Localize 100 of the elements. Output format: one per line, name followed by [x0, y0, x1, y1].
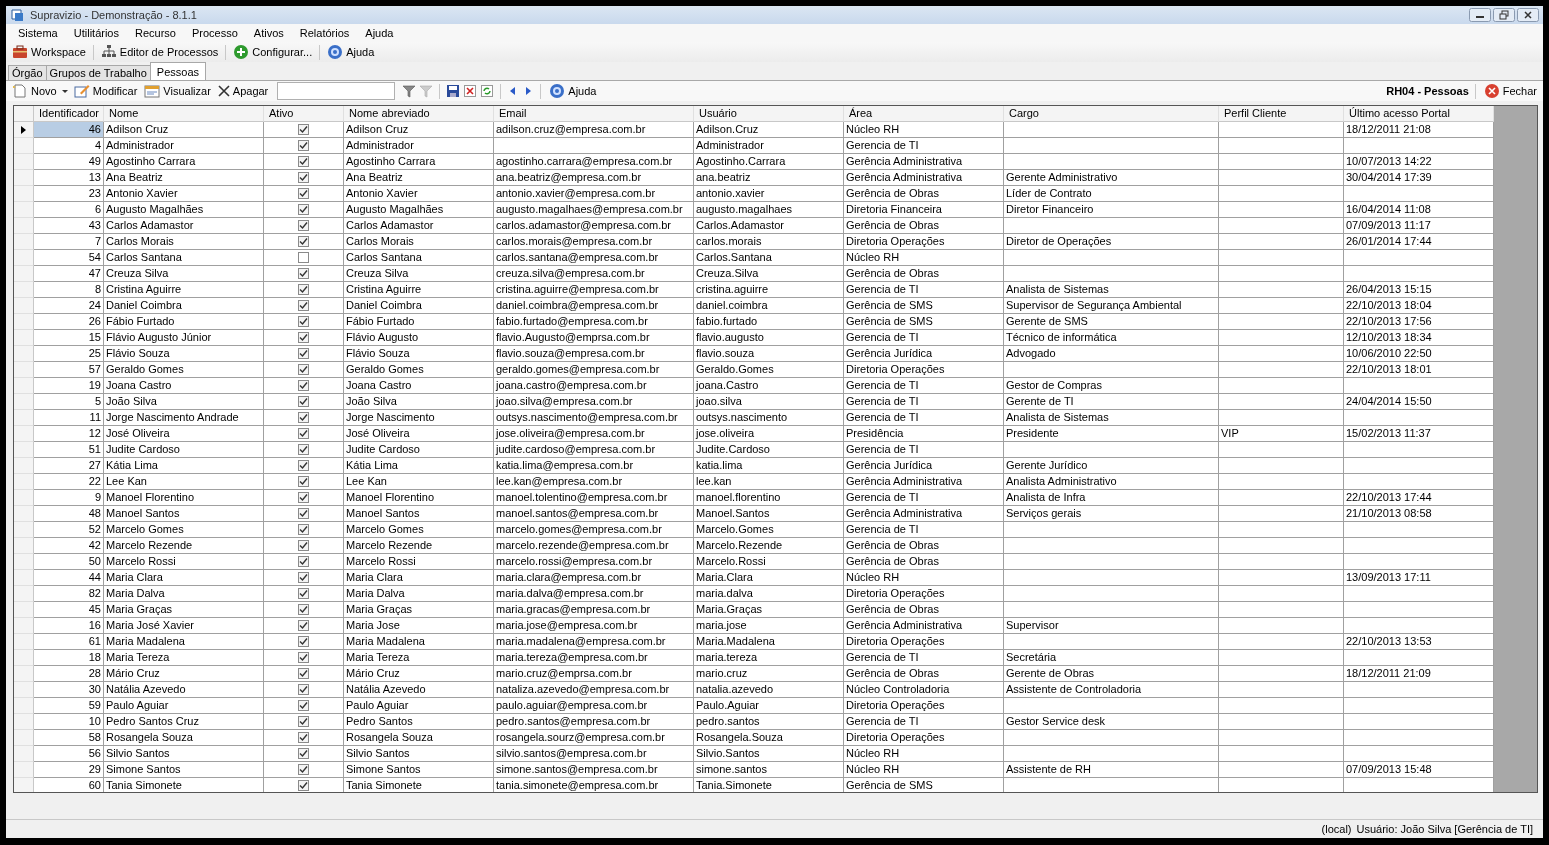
table-cell: Gerente de Obras	[1004, 666, 1219, 682]
checkbox[interactable]	[298, 124, 309, 135]
checkbox[interactable]	[298, 364, 309, 375]
checkbox[interactable]	[298, 748, 309, 759]
table-cell: 30/04/2014 17:39	[1344, 170, 1494, 186]
table-cell: 23	[34, 186, 104, 202]
column-header[interactable]: Usuário	[694, 106, 844, 122]
toolbar-button[interactable]: Configurar...	[231, 43, 315, 61]
checkbox[interactable]	[298, 444, 309, 455]
menu-item[interactable]: Ativos	[245, 27, 292, 39]
column-header[interactable]: Perfil Cliente	[1219, 106, 1344, 122]
column-header[interactable]: Nome abreviado	[344, 106, 494, 122]
close-icon[interactable]	[1517, 8, 1539, 22]
restore-icon[interactable]	[1493, 8, 1515, 22]
table-cell: Marcelo Rezende	[344, 538, 494, 554]
tab[interactable]: Pessoas	[149, 62, 206, 80]
checkbox[interactable]	[298, 412, 309, 423]
toolbar-button[interactable]: Workspace	[10, 43, 88, 61]
checkbox[interactable]	[298, 188, 309, 199]
checkbox[interactable]	[298, 636, 309, 647]
table-cell: Agostinho Carrara	[104, 154, 264, 170]
row-header[interactable]	[14, 122, 34, 138]
tab[interactable]: Órgão	[8, 65, 47, 80]
table-cell: Mário Cruz	[344, 666, 494, 682]
checkbox[interactable]	[298, 428, 309, 439]
checkbox[interactable]	[298, 780, 309, 791]
table-cell: Marcelo Rezende	[104, 538, 264, 554]
menu-item[interactable]: Ajuda	[357, 27, 402, 39]
modify-button[interactable]: Modificar	[71, 82, 140, 100]
checkbox[interactable]	[298, 508, 309, 519]
column-header[interactable]: Área	[844, 106, 1004, 122]
checkbox[interactable]	[298, 556, 309, 567]
table-cell: augusto.magalhaes	[694, 202, 844, 218]
checkbox[interactable]	[298, 492, 309, 503]
checkbox[interactable]	[298, 252, 309, 263]
filter-icon[interactable]	[402, 83, 417, 99]
checkbox[interactable]	[298, 332, 309, 343]
checkbox[interactable]	[298, 668, 309, 679]
column-header[interactable]: Email	[494, 106, 694, 122]
table-cell: Gerência de SMS	[844, 298, 1004, 314]
checkbox[interactable]	[298, 700, 309, 711]
checkbox[interactable]	[298, 284, 309, 295]
toolbar-button[interactable]: Ajuda	[325, 43, 377, 61]
checkbox[interactable]	[298, 652, 309, 663]
minimize-icon[interactable]	[1469, 8, 1491, 22]
view-button[interactable]: Visualizar	[142, 82, 213, 100]
close-button[interactable]: Fechar	[1481, 82, 1539, 100]
checkbox[interactable]	[298, 716, 309, 727]
checkbox[interactable]	[298, 396, 309, 407]
column-header[interactable]: Último acesso Portal	[1344, 106, 1494, 122]
checkbox[interactable]	[298, 172, 309, 183]
checkbox[interactable]	[298, 156, 309, 167]
header-corner	[14, 106, 34, 122]
new-button[interactable]: Novo	[10, 82, 59, 100]
checkbox[interactable]	[298, 140, 309, 151]
table-cell: 13/09/2013 17:11	[1344, 570, 1494, 586]
checkbox[interactable]	[298, 204, 309, 215]
column-header[interactable]: Cargo	[1004, 106, 1219, 122]
table-cell: Natália Azevedo	[104, 682, 264, 698]
checkbox[interactable]	[298, 220, 309, 231]
table-cell: Agostinho Carrara	[344, 154, 494, 170]
checkbox[interactable]	[298, 604, 309, 615]
table-cell: Gerência Administrativa	[844, 170, 1004, 186]
column-header[interactable]: Ativo	[264, 106, 344, 122]
table-cell: Gerência Administrativa	[844, 154, 1004, 170]
table-cell: Simone Santos	[104, 762, 264, 778]
checkbox[interactable]	[298, 300, 309, 311]
menu-item[interactable]: Relatórios	[291, 27, 358, 39]
checkbox[interactable]	[298, 380, 309, 391]
cancel-icon[interactable]	[463, 83, 478, 99]
search-field[interactable]	[277, 82, 396, 100]
checkbox[interactable]	[298, 764, 309, 775]
checkbox[interactable]	[298, 540, 309, 551]
checkbox[interactable]	[298, 348, 309, 359]
refresh-icon[interactable]	[480, 83, 495, 99]
checkbox[interactable]	[298, 732, 309, 743]
checkbox[interactable]	[298, 572, 309, 583]
checkbox[interactable]	[298, 316, 309, 327]
delete-button[interactable]: Apagar	[215, 82, 271, 100]
table-cell: Fábio Furtado	[104, 314, 264, 330]
menu-item[interactable]: Utilitários	[65, 27, 127, 39]
checkbox[interactable]	[298, 588, 309, 599]
checkbox[interactable]	[298, 524, 309, 535]
checkbox[interactable]	[298, 236, 309, 247]
briefcase-icon	[12, 44, 28, 60]
table-cell: 8	[34, 282, 104, 298]
checkbox[interactable]	[298, 620, 309, 631]
checkbox[interactable]	[298, 460, 309, 471]
column-header[interactable]: Nome	[104, 106, 264, 122]
checkbox[interactable]	[298, 476, 309, 487]
column-header[interactable]: Identificador	[34, 106, 104, 122]
menu-item[interactable]: Sistema	[10, 27, 66, 39]
menu-item[interactable]: Processo	[183, 27, 246, 39]
menu-item[interactable]: Recurso	[127, 27, 184, 39]
tab[interactable]: Grupos de Trabalho	[45, 65, 151, 80]
checkbox[interactable]	[298, 268, 309, 279]
toolbar-button[interactable]: Editor de Processos	[98, 43, 221, 61]
save-icon[interactable]	[446, 83, 461, 99]
help-button[interactable]: Ajuda	[547, 82, 599, 100]
checkbox[interactable]	[298, 684, 309, 695]
